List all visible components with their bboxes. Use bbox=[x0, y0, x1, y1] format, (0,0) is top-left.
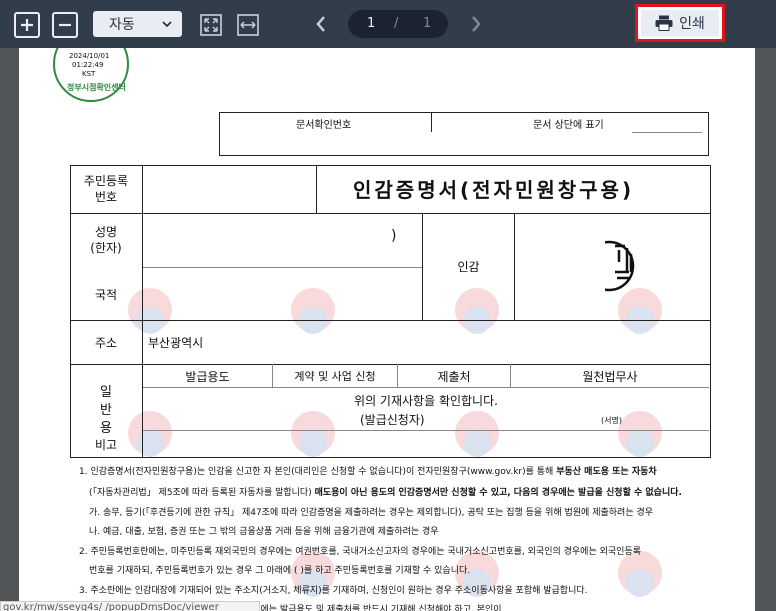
doc-top-note: 문서 상단에 표기 bbox=[533, 120, 604, 131]
confirm-text: 위의 기재사항을 확인합니다. bbox=[354, 393, 498, 408]
fit-width-icon bbox=[237, 14, 259, 36]
seal-label: 인감 bbox=[457, 259, 480, 274]
fit-width-button[interactable] bbox=[236, 13, 260, 37]
usage-label: 발급용도 bbox=[185, 369, 230, 384]
note-1-text: 1. 인감증명서(전자민원창구용)는 인감을 신고한 자 본인(대리인은 신청할… bbox=[79, 467, 557, 477]
current-page-input[interactable]: 1 bbox=[367, 16, 375, 31]
minus-square-icon bbox=[59, 23, 71, 27]
viewer-toolbar: 자동 1 / 1 인쇄 bbox=[0, 0, 776, 48]
usage-value: 계약 및 사업 신청 bbox=[294, 370, 376, 383]
nationality-label: 국적 bbox=[94, 287, 118, 302]
name-label-line2: (한자) bbox=[90, 241, 122, 255]
general-label-1: 일 bbox=[100, 385, 112, 400]
stamp-date: 2024/10/01 bbox=[69, 52, 110, 60]
name-label: 성명 (한자) bbox=[70, 218, 142, 262]
remark-label: 비고 bbox=[94, 437, 118, 452]
document-page: 2024/10/01 01:22:49 KST 정부시점확인센터 문서확인번호 … bbox=[19, 48, 755, 611]
next-page-button[interactable] bbox=[464, 11, 488, 37]
note-1: 1. 인감증명서(전자민원창구용)는 인감을 신고한 자 본인(대리인은 신청할… bbox=[79, 464, 657, 477]
note-1-bold: 부동산 매도용 또는 자동차 bbox=[556, 467, 657, 477]
note-3: 3. 주소란에는 인감대장에 기재되어 있는 주소지(거소지, 체류지)를 기재… bbox=[79, 586, 588, 596]
print-label: 인쇄 bbox=[679, 16, 705, 32]
page-separator: / bbox=[394, 16, 399, 31]
sign-label: (서명) bbox=[601, 416, 622, 425]
document-title: 인감증명서(전자민원창구용) bbox=[353, 178, 635, 202]
seal-impression-image bbox=[579, 228, 635, 302]
expand-icon bbox=[200, 14, 222, 36]
note-1-cont: (「자동차관리법」 제5조에 따라 등록된 자동차를 말합니다) 매도용이 아닌… bbox=[89, 485, 682, 498]
submit-label: 제출처 bbox=[437, 369, 471, 384]
status-url-bar: gov.kr/mw/sseyg4s/ /popupDmsDoc/viewer bbox=[0, 601, 260, 611]
previous-page-button[interactable] bbox=[309, 11, 333, 37]
chevron-down-icon bbox=[161, 14, 173, 37]
fit-page-button[interactable] bbox=[199, 13, 223, 37]
general-label-2: 반 bbox=[100, 403, 112, 418]
total-pages: 1 bbox=[423, 16, 432, 31]
address-value: 부산광역시 bbox=[148, 336, 204, 350]
page-indicator: 1 / 1 bbox=[348, 10, 448, 38]
note-2: 2. 주민등록번호란에는, 미주민등록 재외국민의 경우에는 여권번호를, 국내… bbox=[79, 547, 642, 557]
applicant-label: (발급신청자) bbox=[360, 413, 425, 427]
rrn-label-line1: 주민등록 bbox=[83, 174, 129, 188]
zoom-select-value: 자동 bbox=[109, 17, 135, 33]
print-button-inner: 인쇄 bbox=[641, 10, 719, 36]
note-1-cont-bold: 매도용이 아닌 용도의 인감증명서만 신청할 수 있고, 다음의 경우에는 발급… bbox=[314, 488, 682, 498]
submit-value: 월천법무사 bbox=[582, 369, 638, 384]
name-value-fragment: ) bbox=[391, 228, 397, 244]
address-label: 주소 bbox=[94, 335, 118, 350]
note-1-a: 가. 송무, 등기(「후견등기에 관한 규칙」 제47조에 따라 인감증명을 제… bbox=[89, 508, 654, 518]
note-2-cont: 번호를 기재하되, 주민등록번호가 있는 경우 그 아래에 ( )를 하고 주민… bbox=[89, 566, 471, 576]
note-1-b: 나. 예금, 대출, 보험, 증권 또는 그 밖의 금융상품 거래 등을 위해 … bbox=[89, 527, 439, 537]
stamp-time: 01:22:49 bbox=[72, 61, 104, 69]
zoom-out-button[interactable] bbox=[52, 12, 78, 38]
zoom-in-button[interactable] bbox=[14, 12, 40, 38]
chevron-left-icon bbox=[316, 16, 325, 32]
stamp-zone: KST bbox=[82, 70, 96, 78]
stamp-org: 정부시점확인센터 bbox=[67, 83, 126, 92]
print-button[interactable]: 인쇄 bbox=[635, 4, 725, 42]
name-label-line1: 성명 bbox=[94, 225, 118, 239]
zoom-select[interactable]: 자동 bbox=[93, 11, 182, 37]
chevron-right-icon bbox=[472, 16, 481, 32]
doc-confirm-label: 문서확인번호 bbox=[296, 120, 352, 131]
plus-square-icon bbox=[21, 19, 33, 31]
rrn-label-line2: 번호 bbox=[94, 190, 118, 204]
printer-icon bbox=[655, 15, 673, 31]
rrn-label: 주민등록 번호 bbox=[70, 168, 142, 210]
note-1-cont-text: (「자동차관리법」 제5조에 따라 등록된 자동차를 말합니다) bbox=[89, 488, 315, 498]
